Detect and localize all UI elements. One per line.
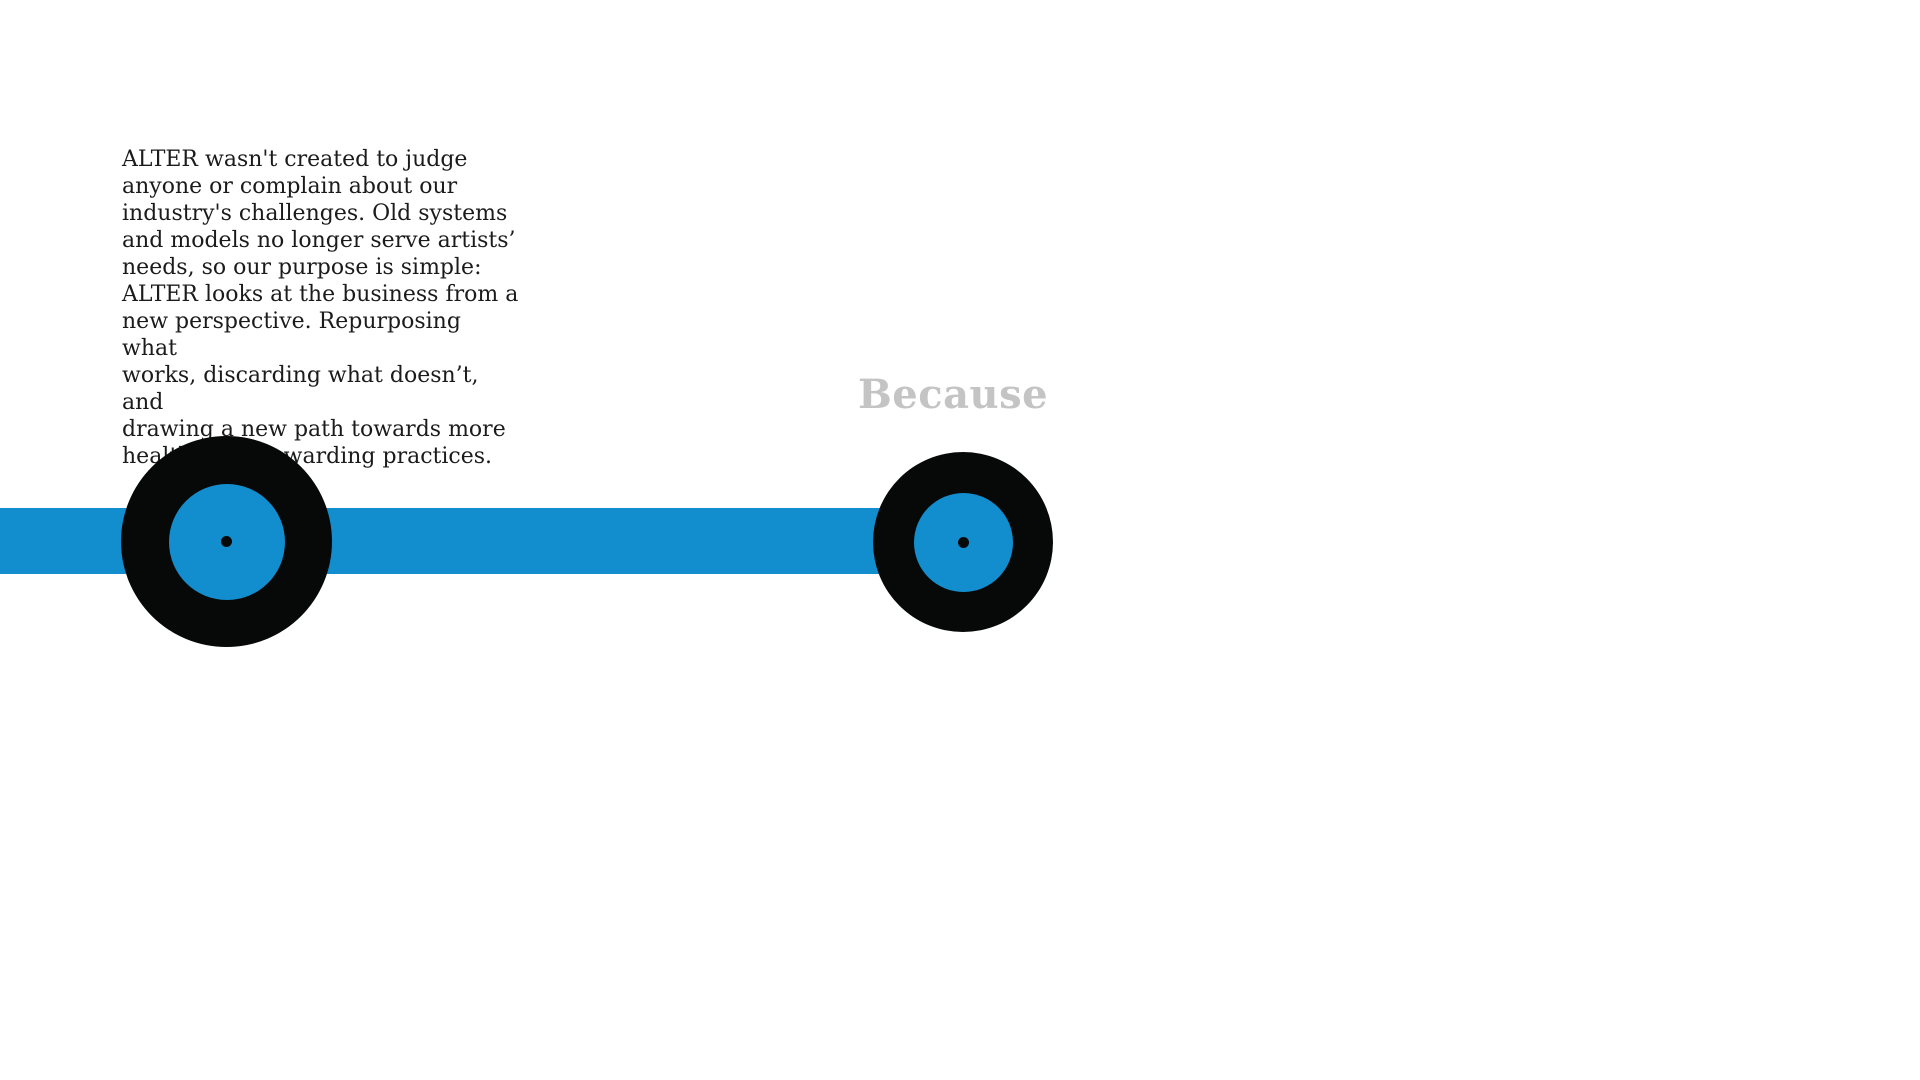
record-spindle-hole (957, 536, 969, 548)
vinyl-record-icon (121, 436, 332, 647)
vinyl-record-icon (873, 452, 1053, 632)
record-label (913, 492, 1013, 592)
section-heading: Because (858, 371, 1049, 418)
intro-paragraph: ALTER wasn't created to judge anyone or … (122, 147, 519, 469)
record-spindle-hole (221, 536, 232, 547)
record-label (168, 483, 285, 600)
